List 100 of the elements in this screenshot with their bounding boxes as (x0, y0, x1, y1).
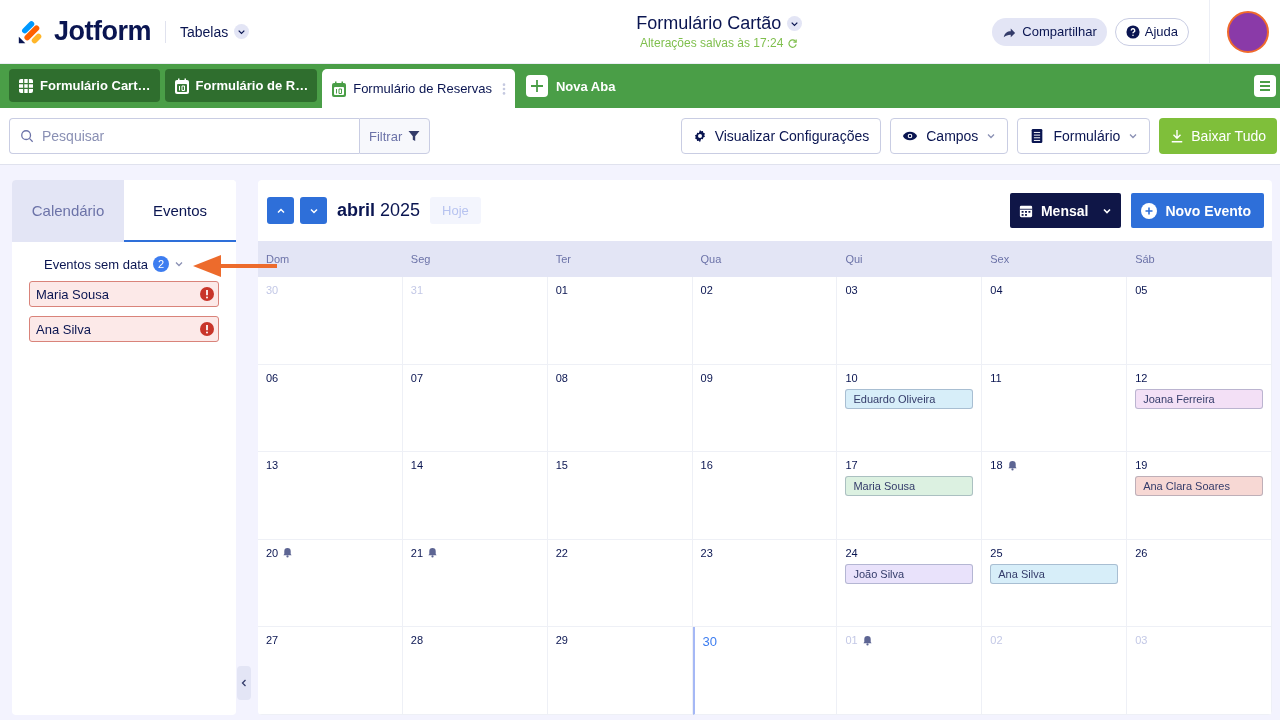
panel-tab[interactable]: Calendário (12, 180, 124, 242)
chevron-icon (234, 24, 250, 39)
alert-icon (200, 322, 214, 336)
table-tab[interactable]: Formulário de Reservas (322, 69, 515, 108)
day-number: 23 (700, 546, 713, 559)
day-cell[interactable]: 08 (547, 364, 693, 453)
search-field[interactable]: Pesquisar (9, 118, 359, 154)
day-number: 26 (1135, 546, 1148, 559)
day-number: 04 (990, 284, 1003, 296)
undated-events-label: Eventos sem data (43, 256, 149, 272)
day-cell[interactable]: 07 (402, 364, 548, 453)
day-number: 22 (555, 546, 568, 559)
day-cell[interactable]: 30 (692, 627, 838, 715)
day-cell[interactable]: 06 (258, 364, 403, 453)
help-icon (1125, 24, 1140, 39)
table-tab[interactable]: Formulário Cart… (9, 69, 160, 102)
day-cell[interactable]: 27 (258, 627, 403, 715)
day-number: 14 (410, 459, 424, 472)
day-cell[interactable]: 03 (837, 277, 983, 365)
day-cell[interactable]: 18 (982, 452, 1128, 540)
day-cell[interactable]: 10 Eduardo Oliveira (837, 364, 983, 453)
day-number: 10 (845, 371, 858, 384)
chevron-left-icon (240, 678, 248, 688)
day-cell[interactable]: 11 (982, 364, 1128, 453)
day-number: 02 (700, 284, 713, 296)
day-cell[interactable]: 12 Joana Ferreira (1127, 364, 1272, 453)
help-button[interactable]: Ajuda (1114, 17, 1189, 46)
menu-icon[interactable] (1254, 75, 1276, 97)
day-number: 30 (266, 284, 279, 296)
day-cell[interactable]: 16 (692, 452, 838, 540)
tables-dropdown[interactable]: Tabelas (180, 23, 250, 40)
day-number: 20 (266, 546, 279, 559)
day-cell[interactable]: 19 Ana Clara Soares (1127, 452, 1272, 540)
new-event-button[interactable]: Novo Evento (1131, 193, 1264, 228)
count-badge: 2 (153, 256, 170, 272)
settings-icon (692, 129, 707, 143)
day-cell[interactable]: 01 (547, 277, 693, 365)
day-cell[interactable]: 26 (1127, 539, 1272, 628)
weekday-header: Qua (699, 253, 723, 265)
day-cell[interactable]: 28 (402, 627, 548, 715)
day-cell[interactable]: 24 João Silva (837, 539, 983, 628)
view-dropdown[interactable]: Mensal (1009, 193, 1122, 228)
filter-button[interactable]: Filtrar (359, 118, 431, 154)
day-number: 05 (1135, 284, 1148, 296)
event-chip[interactable]: João Silva (845, 563, 974, 584)
day-number: 29 (555, 634, 568, 647)
day-cell[interactable]: 15 (547, 452, 693, 540)
event-name: Ana Silva (36, 321, 91, 337)
view-settings-button[interactable]: Visualizar Configurações (680, 118, 882, 154)
day-cell[interactable]: 22 (547, 539, 693, 628)
undated-event[interactable]: Ana Silva (29, 316, 219, 342)
undated-event[interactable]: Maria Sousa (29, 281, 219, 307)
plus-icon (1141, 202, 1158, 219)
day-cell[interactable]: 17 Maria Sousa (837, 452, 983, 540)
save-status: Alterações salvas às 17:24 (639, 36, 784, 50)
day-number: 31 (410, 284, 424, 296)
day-cell[interactable]: 20 (258, 539, 403, 628)
day-cell[interactable]: 05 (1127, 277, 1272, 365)
weekday-header: Sáb (1134, 253, 1156, 265)
plus-icon (525, 75, 548, 97)
next-button[interactable] (300, 197, 327, 224)
day-cell[interactable]: 04 (982, 277, 1128, 365)
avatar[interactable] (1227, 10, 1269, 53)
collapse-handle[interactable] (237, 666, 251, 700)
fields-dropdown[interactable]: Campos (890, 118, 1009, 154)
table-tab[interactable]: Formulário de R… (164, 69, 318, 102)
event-chip[interactable]: Eduardo Oliveira (845, 388, 974, 409)
day-cell[interactable]: 21 (402, 539, 548, 628)
event-chip[interactable]: Ana Silva (990, 563, 1119, 584)
day-cell[interactable]: 09 (692, 364, 838, 453)
event-chip[interactable]: Ana Clara Soares (1135, 476, 1263, 497)
bell-icon (861, 634, 873, 646)
previous-button[interactable] (267, 197, 294, 224)
form-title: Formulário Cartão (636, 13, 782, 34)
day-cell[interactable]: 25 Ana Silva (982, 539, 1128, 628)
event-chip[interactable]: Joana Ferreira (1135, 388, 1263, 409)
search-icon (20, 129, 34, 143)
bell-icon (427, 547, 439, 559)
logo-text: Jotform (54, 16, 151, 47)
day-number: 27 (266, 634, 279, 647)
day-cell[interactable]: 13 (258, 452, 403, 540)
bell-icon (282, 547, 294, 559)
download-icon (1170, 129, 1185, 143)
day-number: 08 (555, 371, 568, 384)
event-chip[interactable]: Maria Sousa (845, 476, 974, 497)
day-cell[interactable]: 29 (547, 627, 693, 715)
chevron-icon[interactable] (787, 16, 803, 31)
weekday-header: Dom (265, 253, 291, 265)
chevron-icon (1128, 131, 1139, 141)
day-cell[interactable]: 02 (692, 277, 838, 365)
day-cell[interactable]: 14 (402, 452, 548, 540)
year-label: 2025 (380, 200, 421, 221)
form-dropdown[interactable]: Formulário (1017, 118, 1151, 154)
calendar-icon (1018, 203, 1033, 218)
day-number: 09 (700, 371, 713, 384)
day-number: 01 (845, 634, 858, 647)
alert-icon (200, 287, 214, 301)
day-cell[interactable]: 23 (692, 539, 838, 628)
share-button[interactable]: Compartilhar (992, 17, 1107, 46)
weekday-header: Ter (554, 253, 572, 265)
